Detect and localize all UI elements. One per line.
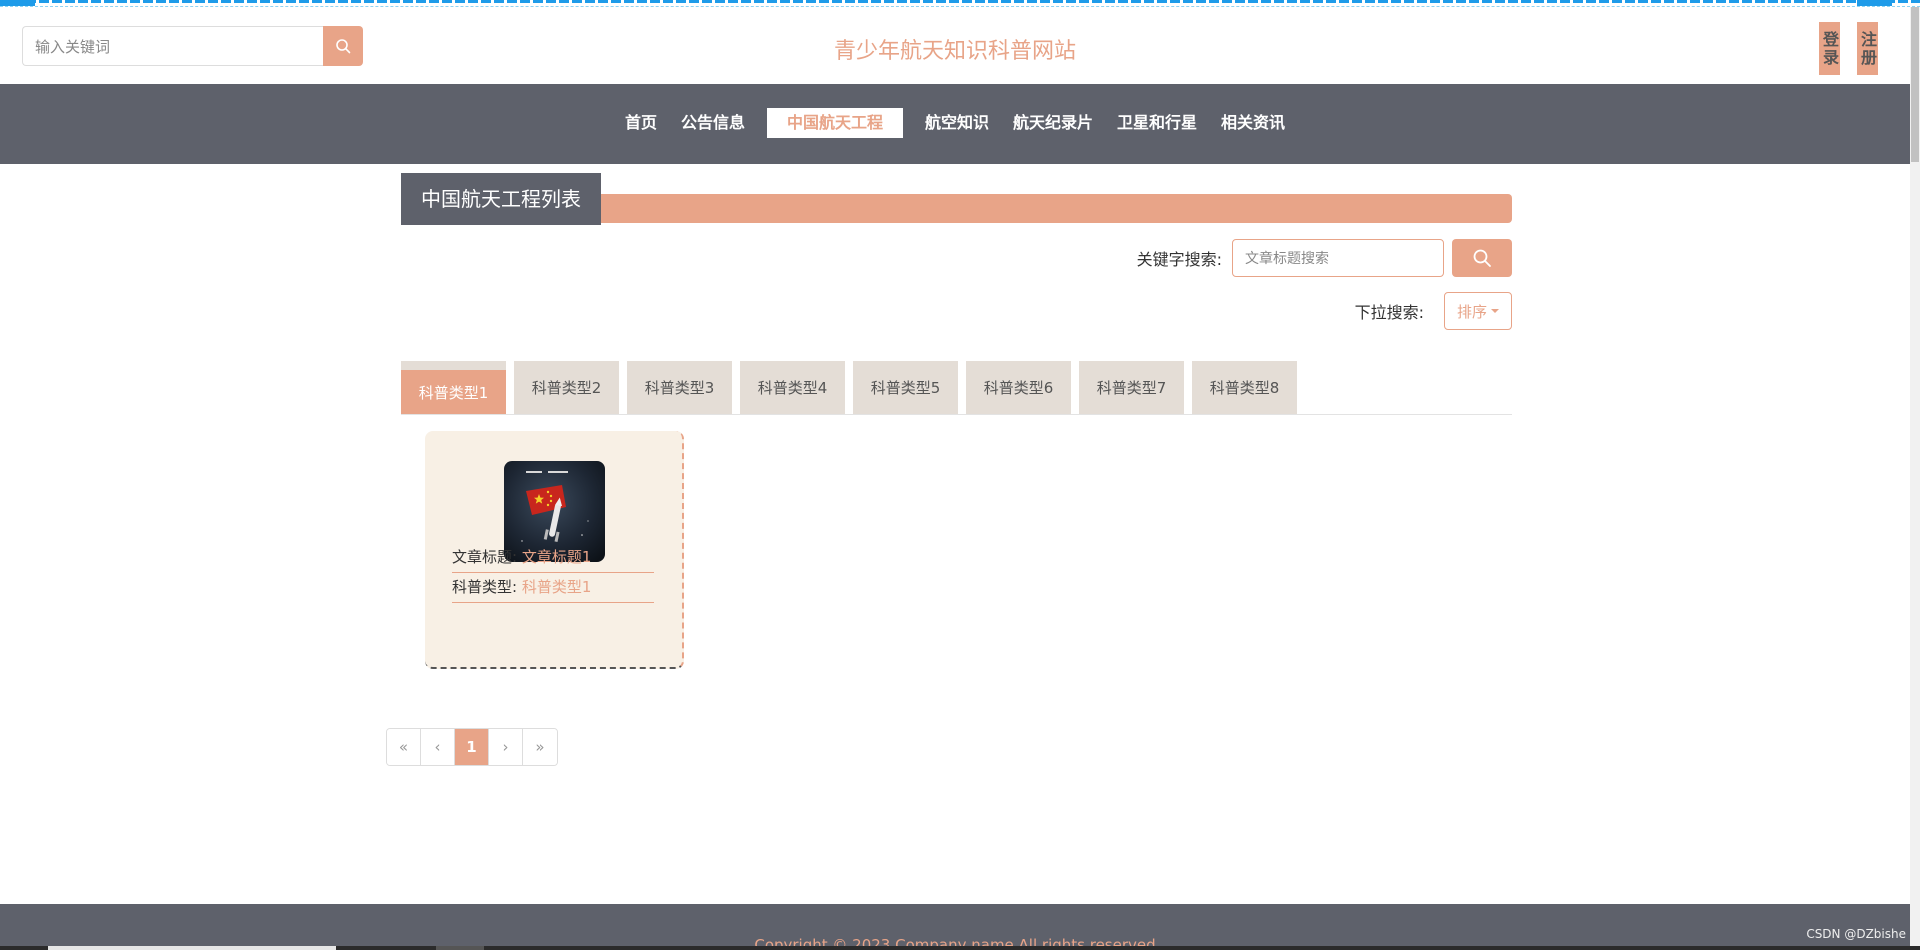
pager-next[interactable]: › bbox=[489, 729, 523, 765]
article-type-row: 科普类型: 科普类型1 bbox=[452, 573, 654, 603]
keyword-search-button[interactable] bbox=[1452, 239, 1512, 277]
tab-category-6[interactable]: 科普类型6 bbox=[966, 361, 1071, 414]
nav-item-china-aerospace[interactable]: 中国航天工程 bbox=[766, 108, 903, 138]
article-title-key: 文章标题: bbox=[452, 548, 518, 566]
keyword-search-input[interactable]: 文章标题搜索 bbox=[1232, 239, 1444, 277]
register-button[interactable]: 注册 bbox=[1857, 22, 1878, 75]
article-type-key: 科普类型: bbox=[452, 578, 518, 596]
article-card[interactable]: 文章标题: 文章标题1 科普类型: 科普类型1 bbox=[425, 431, 684, 669]
caret-down-icon bbox=[1491, 309, 1499, 313]
page-scrollbar[interactable] bbox=[1910, 7, 1920, 950]
category-tabs: 科普类型1 科普类型2 科普类型3 科普类型4 科普类型5 科普类型6 科普类型… bbox=[401, 361, 1512, 415]
tab-category-8[interactable]: 科普类型8 bbox=[1192, 361, 1297, 414]
list-header: 中国航天工程列表 bbox=[401, 173, 1512, 225]
sort-dropdown[interactable]: 排序 bbox=[1443, 292, 1512, 330]
tab-category-3[interactable]: 科普类型3 bbox=[627, 361, 732, 414]
tab-category-1[interactable]: 科普类型1 bbox=[401, 361, 506, 414]
keyword-search-label: 关键字搜索: bbox=[1136, 250, 1222, 269]
taskbar-edge bbox=[0, 946, 1920, 950]
nav-item-aviation-knowledge[interactable]: 航空知识 bbox=[913, 108, 1001, 138]
nav-item-home[interactable]: 首页 bbox=[613, 108, 669, 138]
site-footer: Copyright © 2023 Company name All rights… bbox=[0, 904, 1910, 950]
nav-item-related-news[interactable]: 相关资讯 bbox=[1209, 108, 1297, 138]
site-header: 输入关键词 青少年航天知识科普网站 登录 注册 bbox=[0, 7, 1910, 84]
article-title-row: 文章标题: 文章标题1 bbox=[452, 543, 654, 573]
dropdown-search-label: 下拉搜索: bbox=[1354, 303, 1424, 322]
watermark: CSDN @DZbishe bbox=[1806, 927, 1906, 941]
scrollbar-thumb[interactable] bbox=[1911, 7, 1919, 162]
sort-dropdown-label: 排序 bbox=[1456, 302, 1487, 321]
nav-items: 首页 公告信息 中国航天工程 航空知识 航天纪录片 卫星和行星 相关资讯 bbox=[0, 108, 1910, 138]
taskbar-segment-a bbox=[48, 946, 336, 950]
login-button[interactable]: 登录 bbox=[1819, 22, 1840, 75]
dropdown-search-row: 下拉搜索: 排序 bbox=[1355, 292, 1512, 330]
tab-category-5[interactable]: 科普类型5 bbox=[853, 361, 958, 414]
main-nav: 首页 公告信息 中国航天工程 航空知识 航天纪录片 卫星和行星 相关资讯 bbox=[0, 84, 1910, 164]
site-title: 青少年航天知识科普网站 bbox=[833, 39, 1076, 64]
list-title: 中国航天工程列表 bbox=[401, 173, 601, 225]
pager-current-page[interactable]: 1 bbox=[455, 729, 489, 765]
keyword-search-row: 关键字搜索: 文章标题搜索 bbox=[1137, 239, 1512, 277]
pager-last[interactable]: » bbox=[523, 729, 557, 765]
browser-top-strip bbox=[0, 0, 1920, 7]
article-type-value: 科普类型1 bbox=[521, 578, 592, 596]
tab-category-2[interactable]: 科普类型2 bbox=[514, 361, 619, 414]
taskbar-segment-b bbox=[436, 946, 484, 950]
top-strip-right-block bbox=[1857, 0, 1892, 6]
nav-item-satellites-planets[interactable]: 卫星和行星 bbox=[1105, 108, 1209, 138]
pager-first[interactable]: « bbox=[387, 729, 421, 765]
pager-prev[interactable]: ‹ bbox=[421, 729, 455, 765]
pagination: « ‹ 1 › » bbox=[386, 728, 558, 766]
tab-category-7[interactable]: 科普类型7 bbox=[1079, 361, 1184, 414]
article-title-value[interactable]: 文章标题1 bbox=[522, 548, 592, 566]
nav-item-documentaries[interactable]: 航天纪录片 bbox=[1001, 108, 1105, 138]
nav-item-notices[interactable]: 公告信息 bbox=[669, 108, 757, 138]
top-strip-left-block bbox=[0, 0, 35, 6]
tab-category-4[interactable]: 科普类型4 bbox=[740, 361, 845, 414]
search-icon bbox=[1473, 249, 1491, 267]
